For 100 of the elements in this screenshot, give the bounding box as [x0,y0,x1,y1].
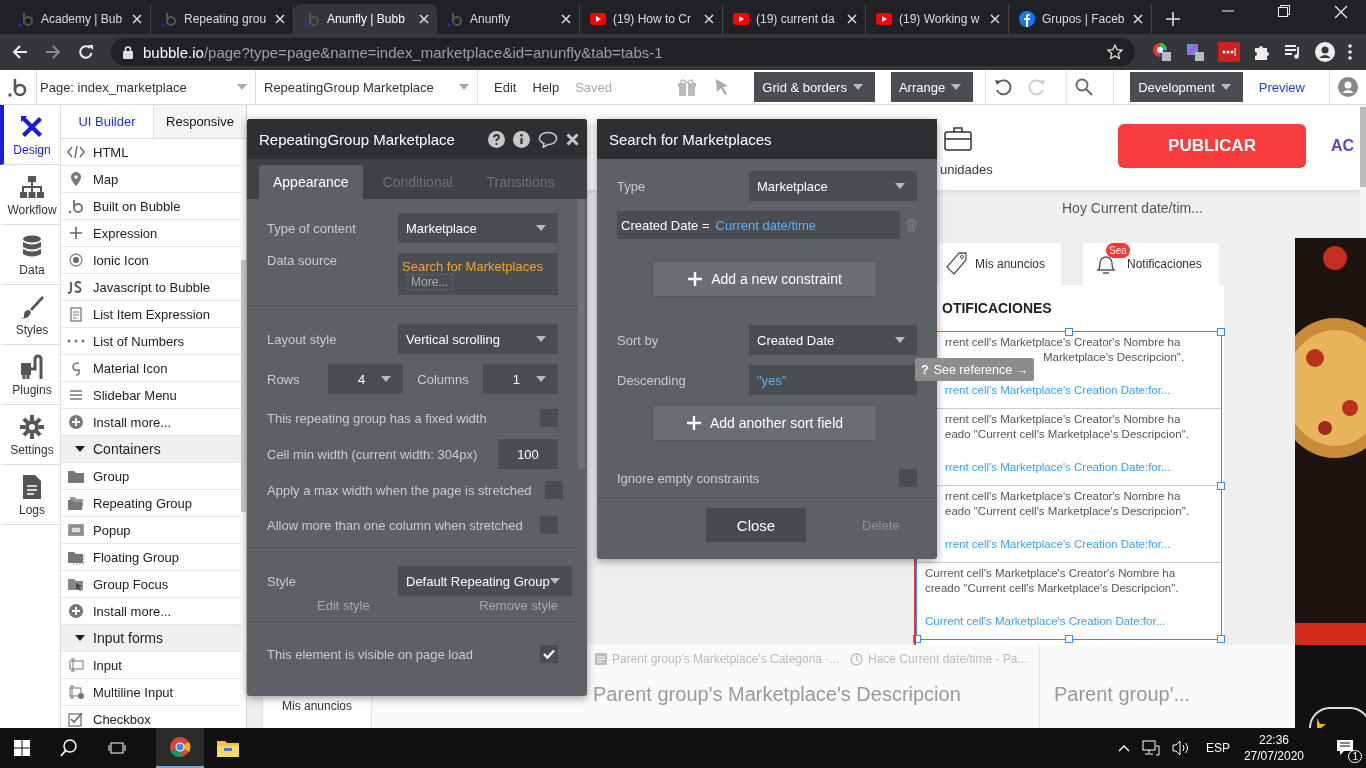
rows-dropdown[interactable]: 4 [328,364,404,394]
windows-icon[interactable] [14,740,30,756]
scrollbar-thumb[interactable] [241,260,246,512]
profile-icon[interactable] [1315,42,1335,62]
menu-dropdown[interactable]: Grid & borders [754,72,875,102]
close-icon[interactable] [419,14,429,24]
browser-tab[interactable]: Anunfly | Bubb [294,4,437,34]
publish-button[interactable]: PUBLICAR [1118,124,1306,168]
resize-handle[interactable] [1065,635,1073,643]
reload-icon[interactable] [78,44,94,60]
more-button[interactable]: More... [406,274,454,290]
section-header[interactable]: Containers [61,436,241,463]
element-item[interactable]: Input [61,652,241,679]
password-icon[interactable] [1218,42,1240,62]
sidebar-tab[interactable]: Plugins [0,345,60,405]
restore-icon[interactable] [1278,5,1290,17]
number-field[interactable]: 100 [498,439,558,469]
info-icon[interactable] [513,130,530,148]
resize-handle[interactable] [1217,635,1225,643]
clock[interactable]: 22:36 27/07/2020 [1243,732,1304,764]
scrollbar-thumb[interactable] [578,199,585,469]
page-dropdown[interactable]: Page: index_marketplace [36,70,256,104]
sidebar-tab[interactable]: Data [0,225,60,285]
playlist-icon[interactable] [1284,44,1302,60]
sidebar-tab[interactable]: Styles [0,285,60,345]
scrollbar-thumb[interactable] [1360,107,1366,187]
element-item[interactable]: HTML [61,139,241,166]
close-icon[interactable] [847,14,857,24]
sidebar-tab[interactable]: Settings [0,405,60,465]
element-item[interactable]: Group Focus [61,571,241,598]
sidebar-tab[interactable]: Workflow [0,165,60,225]
nav-link[interactable]: AC [1331,137,1355,155]
close-button[interactable]: Close [706,508,806,542]
nav-tab[interactable]: Mis anuncios [939,243,1061,285]
more-icon[interactable] [1348,44,1352,60]
extension-icon[interactable] [1185,42,1205,62]
data-source-field[interactable]: Search for Marketplaces More... [398,253,558,295]
element-item[interactable]: Map [61,166,241,193]
close-icon[interactable] [1133,14,1143,24]
avatar-icon[interactable] [1338,77,1358,97]
element-item[interactable]: Ionic Icon [61,247,241,274]
element-item[interactable]: Repeating Group [61,490,241,517]
address-bar[interactable]: bubble.io/page?type=page&name=index_marketplace&id=anunfly&tab=tabs-1 [111,38,1135,66]
forward-icon[interactable] [45,44,61,60]
preview-link[interactable]: Preview [1258,79,1305,95]
close-icon[interactable] [704,14,714,24]
element-item[interactable]: Group [61,463,241,490]
panel-tab[interactable]: Appearance [259,165,363,199]
volume-icon[interactable] [1171,740,1190,756]
element-item[interactable]: Expression [61,220,241,247]
undo-icon[interactable] [994,78,1013,96]
content-type-dropdown[interactable]: Marketplace [398,213,558,243]
add-constraint-button[interactable]: Add a new constraint [652,261,877,297]
close-icon[interactable] [566,132,579,146]
star-icon[interactable] [1107,44,1123,60]
checkbox[interactable] [540,645,558,663]
style-dropdown[interactable]: Default Repeating Group [398,566,572,596]
comment-icon[interactable] [538,130,558,148]
notification-button[interactable]: 1 [1326,732,1366,764]
menu-item[interactable]: Edit [494,79,517,95]
panel-tab[interactable]: Responsive [154,105,246,138]
resize-handle[interactable] [1217,481,1225,490]
back-icon[interactable] [12,44,28,60]
element-dropdown[interactable]: RepeatingGroup Marketplace [256,70,478,104]
search-icon[interactable] [60,739,78,757]
puzzle-icon[interactable] [1253,43,1271,61]
element-item[interactable]: Floating Group [61,544,241,571]
add-sort-button[interactable]: Add another sort field [652,405,877,441]
help-icon[interactable] [488,130,505,148]
resize-handle[interactable] [1217,328,1225,336]
columns-dropdown[interactable]: 1 [482,364,558,394]
close-icon[interactable] [561,14,571,24]
constraint-field[interactable]: Created Date = Current date/time [617,211,900,239]
close-icon[interactable] [990,14,1000,24]
color-wheel-icon[interactable] [1152,42,1172,62]
close-icon[interactable] [132,14,142,24]
sidebar-tab[interactable]: Logs [0,465,60,525]
element-item[interactable]: Slidebar Menu [61,382,241,409]
resize-handle[interactable] [1065,328,1073,336]
new-tab-icon[interactable] [1166,12,1180,26]
menu-item[interactable]: Help [532,79,560,95]
logo-icon[interactable] [8,77,28,97]
nav-tab[interactable]: Sea Notificaciones [1083,243,1219,285]
element-item[interactable]: Built on Bubble [61,193,241,220]
browser-taskbar-button[interactable] [156,728,204,768]
menu-dropdown[interactable]: Arrange [890,72,974,102]
sort-dropdown[interactable]: Created Date [749,325,917,355]
descending-field[interactable]: "yes" [749,365,917,395]
mode-dropdown[interactable]: Development [1130,72,1243,102]
element-item[interactable]: Multiline Input [61,679,241,706]
network-icon[interactable] [1141,740,1160,756]
chevron-up-icon[interactable] [1117,744,1130,752]
expression-text[interactable]: Search for Marketplaces [402,259,543,274]
language-indicator[interactable]: ESP [1205,741,1230,755]
type-dropdown[interactable]: Marketplace [749,171,917,201]
task-view-icon[interactable] [108,740,126,756]
close-icon[interactable] [275,14,285,24]
element-item[interactable]: Popup [61,517,241,544]
element-item[interactable]: List Item Expression [61,301,241,328]
layout-dropdown[interactable]: Vertical scrolling [398,324,558,354]
